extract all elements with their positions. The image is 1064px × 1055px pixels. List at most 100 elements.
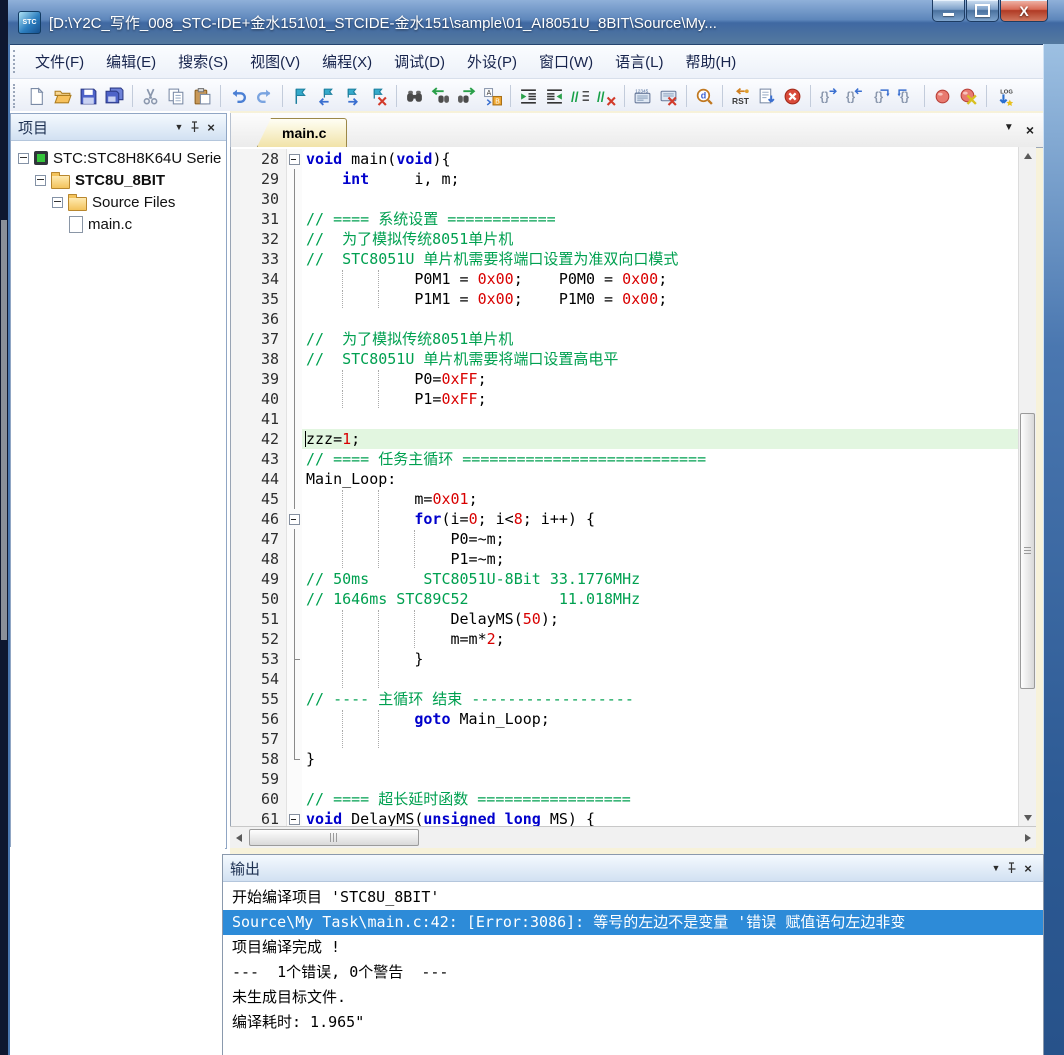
find-next-button[interactable] [454, 83, 479, 109]
scroll-left-arrow[interactable] [230, 828, 247, 847]
close-icon[interactable]: × [1026, 122, 1034, 138]
menu-item[interactable]: 文件(F) [24, 46, 95, 77]
breakpoint-clear-button[interactable] [956, 83, 981, 109]
select-to-open-brace-button[interactable]: {} [868, 83, 893, 109]
code-text[interactable]: zzz=1; [302, 429, 1019, 449]
find-prev-button[interactable] [428, 83, 453, 109]
code-text[interactable]: // ==== 超长延时函数 ================= [302, 789, 1019, 809]
fold-collapse-icon[interactable] [287, 509, 302, 529]
menu-item[interactable]: 语言(L) [604, 46, 674, 77]
toolbar-grip[interactable] [13, 84, 15, 108]
close-icon[interactable]: × [203, 119, 219, 135]
maximize-button[interactable] [966, 0, 999, 22]
program-download-button[interactable] [754, 83, 779, 109]
code-text[interactable]: void DelayMS(unsigned long MS) { [302, 809, 1019, 826]
log-download-button[interactable]: LOG [992, 83, 1017, 109]
reset-button[interactable]: RST [728, 83, 753, 109]
chevron-down-icon[interactable]: ▼ [988, 860, 1004, 876]
fold-collapse-icon[interactable] [287, 149, 302, 169]
code-text[interactable]: for(i=0; i<8; i++) { [302, 509, 1019, 529]
code-text[interactable]: // ==== 系统设置 ============ [302, 209, 1019, 229]
build-button[interactable]: 12345 [630, 83, 655, 109]
tree-item-main-c[interactable]: main.c [11, 213, 226, 235]
code-text[interactable]: P1=~m; [302, 549, 1019, 569]
indent-button[interactable] [516, 83, 541, 109]
title-bar[interactable]: STC [D:\Y2C_写作_008_STC-IDE+金水151\01_STCI… [8, 0, 1064, 45]
menu-item[interactable]: 视图(V) [239, 46, 311, 77]
code-text[interactable] [302, 409, 1019, 429]
code-text[interactable] [302, 309, 1019, 329]
replace-button[interactable]: AB [480, 83, 505, 109]
code-text[interactable]: // STC8051U 单片机需要将端口设置为准双向口模式 [302, 249, 1019, 269]
menu-item[interactable]: 编程(X) [311, 46, 383, 77]
rebuild-button[interactable] [656, 83, 681, 109]
tab-main-c[interactable]: main.c [257, 118, 347, 147]
menu-item[interactable]: 编辑(E) [95, 46, 167, 77]
scroll-right-arrow[interactable] [1019, 828, 1036, 847]
code-text[interactable] [302, 729, 1019, 749]
output-line[interactable]: 项目编译完成 ! [223, 935, 1043, 960]
output-line[interactable]: --- 1个错误, 0个警告 --- [223, 960, 1043, 985]
code-text[interactable]: // 为了模拟传统8051单片机 [302, 329, 1019, 349]
menu-item[interactable]: 窗口(W) [528, 46, 604, 77]
code-area[interactable]: 28void main(void){29 int i, m;3031// ===… [231, 147, 1019, 826]
pin-icon[interactable] [1004, 860, 1020, 876]
scroll-up-arrow[interactable] [1019, 147, 1036, 164]
scroll-down-arrow[interactable] [1019, 809, 1036, 826]
output-line-selected[interactable]: Source\My Task\main.c:42: [Error:3086]: … [223, 910, 1043, 935]
tree-item-stc8u-8bit[interactable]: STC8U_8BIT [11, 169, 226, 191]
menu-item[interactable]: 调试(D) [383, 46, 456, 77]
close-button[interactable]: X [1000, 0, 1048, 22]
expander-minus-icon[interactable] [18, 153, 29, 164]
expander-minus-icon[interactable] [35, 175, 46, 186]
expander-minus-icon[interactable] [52, 197, 63, 208]
vertical-scrollbar[interactable] [1018, 147, 1036, 826]
doc-search-button[interactable]: d [692, 83, 717, 109]
bookmark-clear-button[interactable] [366, 83, 391, 109]
new-file-button[interactable] [24, 83, 49, 109]
output-line[interactable]: 编译耗时: 1.965" [223, 1010, 1043, 1035]
horizontal-scrollbar[interactable] [230, 826, 1036, 848]
menu-item[interactable]: 帮助(H) [674, 46, 747, 77]
bookmark-next-button[interactable] [340, 83, 365, 109]
code-text[interactable]: // STC8051U 单片机需要将端口设置高电平 [302, 349, 1019, 369]
code-text[interactable]: P1=0xFF; [302, 389, 1019, 409]
paste-button[interactable] [190, 83, 215, 109]
chevron-down-icon[interactable]: ▼ [171, 119, 187, 135]
horizontal-scroll-thumb[interactable] [249, 829, 419, 846]
find-button[interactable] [402, 83, 427, 109]
code-editor[interactable]: 28void main(void){29 int i, m;3031// ===… [230, 147, 1036, 826]
code-text[interactable]: P0=0xFF; [302, 369, 1019, 389]
vertical-scroll-thumb[interactable] [1020, 413, 1035, 689]
cut-button[interactable] [138, 83, 163, 109]
code-text[interactable]: int i, m; [302, 169, 1019, 189]
code-text[interactable]: Main_Loop: [302, 469, 1019, 489]
save-all-button[interactable] [102, 83, 127, 109]
output-line[interactable]: 开始编译项目 'STC8U_8BIT' [223, 885, 1043, 910]
stop-button[interactable] [780, 83, 805, 109]
outdent-button[interactable] [542, 83, 567, 109]
goto-close-brace-button[interactable]: {} [842, 83, 867, 109]
breakpoint-toggle-button[interactable] [930, 83, 955, 109]
code-text[interactable]: // ==== 任务主循环 ==========================… [302, 449, 1019, 469]
goto-open-brace-button[interactable]: {} [816, 83, 841, 109]
close-icon[interactable]: × [1020, 860, 1036, 876]
code-text[interactable] [302, 669, 1019, 689]
code-text[interactable]: // 1646ms STC89C52 11.018MHz [302, 589, 1019, 609]
pin-icon[interactable] [187, 119, 203, 135]
tree-item-source-files[interactable]: Source Files [11, 191, 226, 213]
code-text[interactable]: P0=~m; [302, 529, 1019, 549]
copy-button[interactable] [164, 83, 189, 109]
tree-item-stc-stc8h8k64u-serie[interactable]: STC:STC8H8K64U Serie [11, 147, 226, 169]
code-text[interactable]: m=0x01; [302, 489, 1019, 509]
select-to-close-brace-button[interactable]: {} [894, 83, 919, 109]
code-text[interactable]: DelayMS(50); [302, 609, 1019, 629]
code-text[interactable]: } [302, 749, 1019, 769]
redo-button[interactable] [252, 83, 277, 109]
chevron-down-icon[interactable]: ▼ [1004, 122, 1014, 138]
code-text[interactable]: P1M1 = 0x00; P1M0 = 0x00; [302, 289, 1019, 309]
undo-button[interactable] [226, 83, 251, 109]
menu-item[interactable]: 搜索(S) [167, 46, 239, 77]
comment-remove-button[interactable]: // [594, 83, 619, 109]
code-text[interactable]: P0M1 = 0x00; P0M0 = 0x00; [302, 269, 1019, 289]
